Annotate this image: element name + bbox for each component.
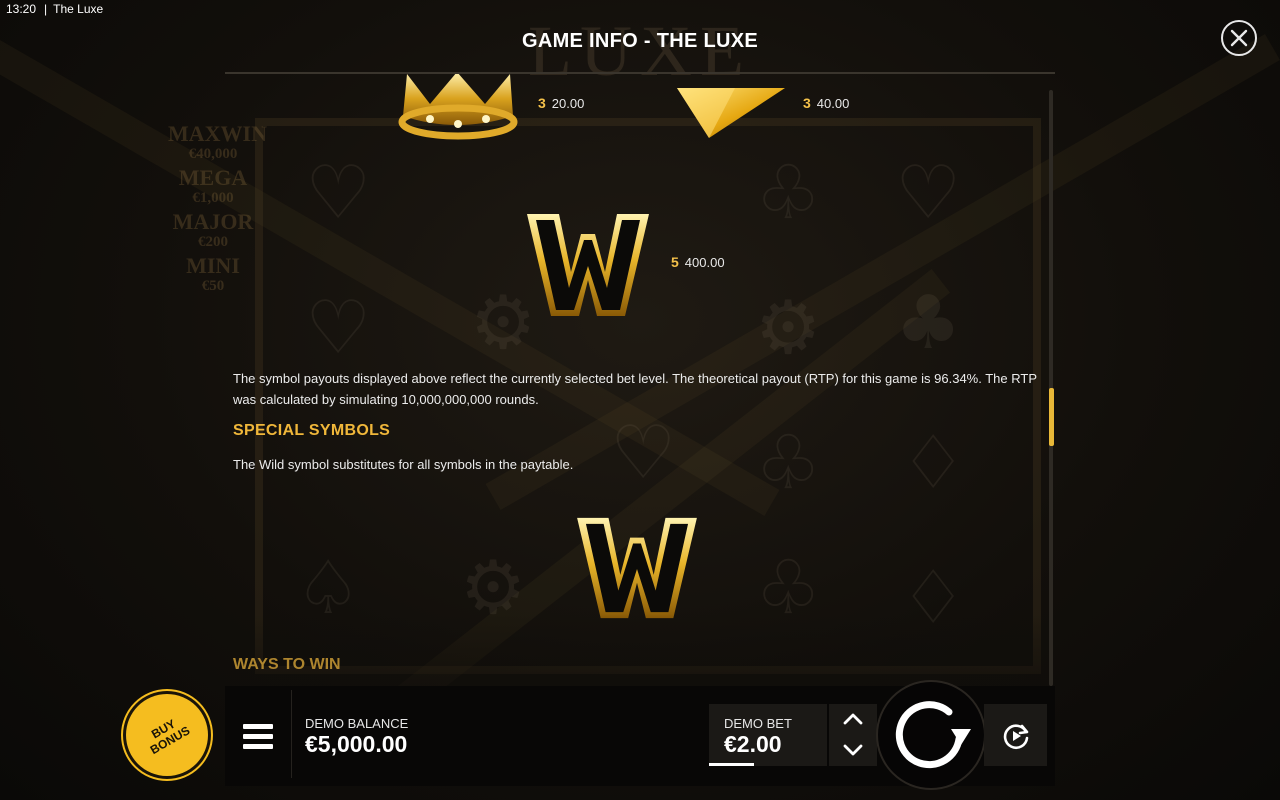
close-button[interactable] <box>1221 20 1257 56</box>
scrollbar-thumb[interactable] <box>1049 388 1054 446</box>
diamond-payout: 3 40.00 <box>803 95 849 111</box>
diamond-payout-count: 3 <box>803 95 811 111</box>
bet-value: €2.00 <box>724 731 782 757</box>
content-fade <box>225 614 1047 686</box>
wild-payout-count: 5 <box>671 254 679 270</box>
bar-divider <box>291 690 292 778</box>
wild-payout-amount: 400.00 <box>684 255 725 270</box>
balance-label: DEMO BALANCE <box>305 716 409 731</box>
rtp-paragraph: The symbol payouts displayed above refle… <box>233 371 1037 407</box>
bet-label: DEMO BET <box>724 716 792 731</box>
status-app-name: The Luxe <box>53 2 104 16</box>
special-symbols-heading: SPECIAL SYMBOLS <box>233 422 391 439</box>
crown-payout: 3 20.00 <box>538 95 584 111</box>
diamond-payout-amount: 40.00 <box>816 96 850 111</box>
bet-indicator <box>709 763 754 766</box>
buy-bonus-button[interactable]: BUY BONUS <box>126 694 208 776</box>
diamond-symbol-icon <box>677 88 785 138</box>
bet-decrease-button[interactable] <box>829 735 877 766</box>
chevron-up-icon <box>843 713 863 725</box>
wild-special-symbol-icon <box>577 517 697 619</box>
autoplay-icon <box>1003 724 1029 750</box>
close-icon <box>1230 29 1248 47</box>
info-content[interactable]: 3 20.00 3 40.00 5 400.00 The symbol payouts… <box>225 74 1047 686</box>
ways-to-win-heading: WAYS TO WIN <box>233 656 341 673</box>
bet-increase-button[interactable] <box>829 704 877 735</box>
wild-payout: 5 400.00 <box>671 254 725 270</box>
crown-symbol-icon <box>398 74 518 140</box>
autoplay-button[interactable] <box>984 704 1047 766</box>
spin-icon <box>895 701 971 769</box>
panel-title: GAME INFO - THE LUXE <box>522 30 758 52</box>
menu-button[interactable] <box>237 712 281 760</box>
crown-payout-count: 3 <box>538 95 546 111</box>
bet-stepper <box>829 704 877 766</box>
status-time: 13:20 <box>6 2 37 16</box>
crown-payout-amount: 20.00 <box>551 96 585 111</box>
balance-value: €5,000.00 <box>305 731 408 757</box>
wild-symbol-icon <box>527 214 649 316</box>
chevron-down-icon <box>843 744 863 756</box>
buy-bonus-label: BUY BONUS <box>147 716 193 758</box>
wild-description: The Wild symbol substitutes for all symb… <box>233 457 574 472</box>
status-bar: 13:20 | The Luxe <box>6 2 104 16</box>
spin-button[interactable] <box>878 682 984 788</box>
